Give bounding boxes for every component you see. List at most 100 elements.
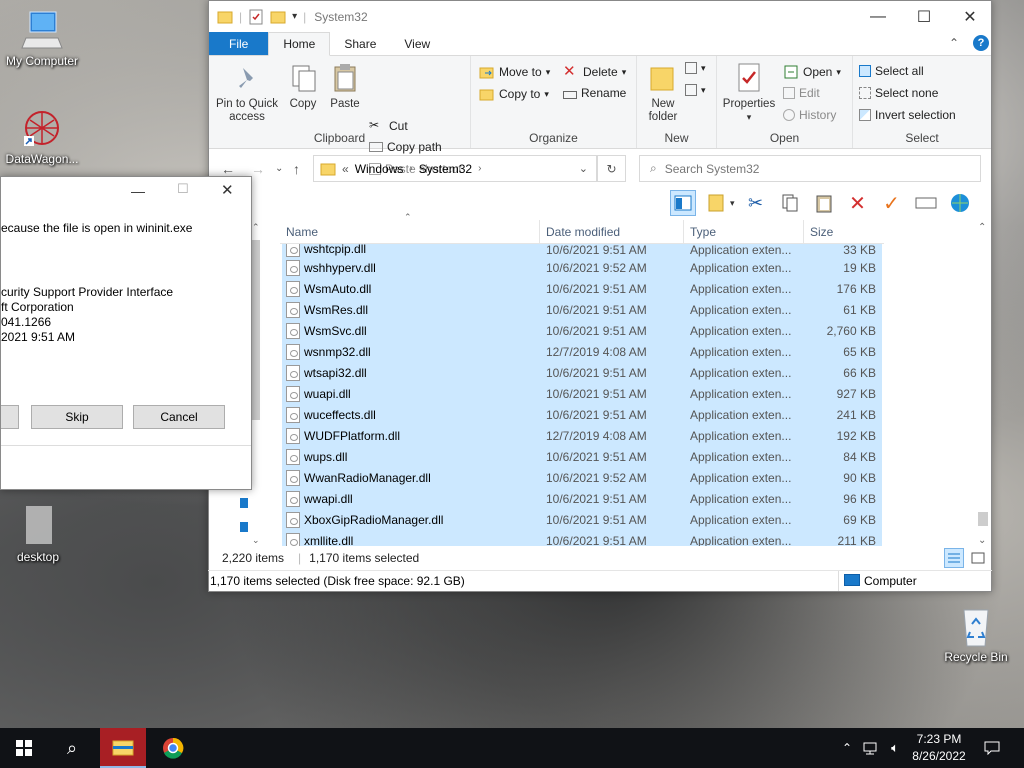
table-row[interactable]: WwanRadioManager.dll 10/6/2021 9:52 AM App… <box>282 468 882 489</box>
try-again-button[interactable] <box>1 405 19 429</box>
table-row[interactable]: wuapi.dll 10/6/2021 9:51 AM Application ex… <box>282 384 882 405</box>
details-view-icon[interactable] <box>944 548 964 568</box>
column-size[interactable]: Size <box>804 220 884 243</box>
file-type: Application exten... <box>690 366 792 380</box>
file-size: 66 KB <box>843 366 876 380</box>
taskbar-chrome[interactable] <box>150 728 196 768</box>
file-type: Application exten... <box>690 534 792 546</box>
computer-icon <box>844 574 860 586</box>
file-type: Application exten... <box>690 345 792 359</box>
file-date: 10/6/2021 9:51 AM <box>546 282 647 296</box>
dll-file-icon <box>286 386 300 402</box>
skip-button[interactable]: Skip <box>31 405 123 429</box>
file-name: wuceffects.dll <box>304 408 376 422</box>
dialog-message: ecause the file is open in wininit.exe <box>1 221 193 235</box>
file-type: Application exten... <box>690 282 792 296</box>
file-date: 10/6/2021 9:51 AM <box>546 366 647 380</box>
file-type: Application exten... <box>690 408 792 422</box>
chrome-icon <box>163 737 184 759</box>
network-icon[interactable] <box>860 728 882 768</box>
notifications-icon[interactable] <box>978 728 1006 768</box>
file-name: WsmAuto.dll <box>304 282 372 296</box>
dll-file-icon <box>286 533 300 546</box>
desktop-icon-label: My Computer <box>5 54 79 68</box>
table-row[interactable]: wshhyperv.dll 10/6/2021 9:52 AM Applicatio… <box>282 258 882 279</box>
table-row[interactable]: wwapi.dll 10/6/2021 9:51 AM Application ex… <box>282 489 882 510</box>
datawagon-icon <box>20 106 64 150</box>
file-list-scrollbar[interactable]: ⌃ ⌄ <box>975 222 991 546</box>
taskbar-file-explorer[interactable] <box>100 728 146 768</box>
file-type: Application exten... <box>690 492 792 506</box>
table-row[interactable]: WsmAuto.dll 10/6/2021 9:51 AM Application … <box>282 279 882 300</box>
cancel-button[interactable]: Cancel <box>133 405 225 429</box>
file-date: 12/7/2019 4:08 AM <box>546 429 647 443</box>
desktop-icon-my-computer[interactable]: My Computer <box>0 8 84 68</box>
taskbar: ⌕ ⌃ 🔈︎ 7:23 PM 8/26/2022 <box>0 728 1024 768</box>
file-type: Application exten... <box>690 261 792 275</box>
clock-time: 7:23 PM <box>916 732 962 746</box>
desktop-icon-datawagon[interactable]: DataWagon... <box>0 106 84 166</box>
dialog-close-button[interactable]: ✕ <box>221 181 234 199</box>
file-name: wups.dll <box>304 450 348 464</box>
file-type: Application exten... <box>690 303 792 317</box>
file-size: 176 KB <box>836 282 876 296</box>
file-date: 10/6/2021 9:51 AM <box>546 244 647 257</box>
dll-file-icon <box>286 428 300 444</box>
file-date: 10/6/2021 9:51 AM <box>546 492 647 506</box>
column-name[interactable]: Name <box>280 220 540 243</box>
table-row[interactable]: wuceffects.dll 10/6/2021 9:51 AM Applicati… <box>282 405 882 426</box>
table-row[interactable]: xmllite.dll 10/6/2021 9:51 AM Application … <box>282 531 882 546</box>
status-text: 1,170 items selected (Disk free space: 9… <box>210 574 465 588</box>
item-status-row: 2,220 items | 1,170 items selected <box>208 546 992 570</box>
column-date-modified[interactable]: Date modified <box>540 220 684 243</box>
desktop-icon-label: Recycle Bin <box>944 650 1008 664</box>
table-row[interactable]: wups.dll 10/6/2021 9:51 AM Application ext… <box>282 447 882 468</box>
file-name: wwapi.dll <box>304 492 353 506</box>
file-date: 10/6/2021 9:52 AM <box>546 471 647 485</box>
column-type[interactable]: Type <box>684 220 804 243</box>
file-size: 61 KB <box>843 303 876 317</box>
dll-file-icon <box>286 449 300 465</box>
file-size: 927 KB <box>836 387 876 401</box>
desktop-icon-desktop[interactable]: desktop <box>0 504 80 564</box>
file-date: 12/7/2019 4:08 AM <box>546 345 647 359</box>
file-date: 10/6/2021 9:51 AM <box>546 450 647 464</box>
dialog-minimize-button[interactable]: — <box>131 183 145 199</box>
item-count: 2,220 items <box>222 551 285 565</box>
search-icon[interactable]: ⌕ <box>48 728 96 768</box>
dll-file-icon <box>286 512 300 528</box>
file-size: 211 KB <box>837 534 876 546</box>
table-row[interactable]: XboxGipRadioManager.dll 10/6/2021 9:51 AM… <box>282 510 882 531</box>
file-size: 65 KB <box>843 345 876 359</box>
status-bar: 1,170 items selected (Disk free space: 9… <box>208 570 992 591</box>
file-date: 10/6/2021 9:51 AM <box>546 324 647 338</box>
table-row[interactable]: wshtcpip.dll 10/6/2021 9:51 AM Applicati… <box>282 244 882 258</box>
dll-file-icon <box>286 491 300 507</box>
volume-icon[interactable]: 🔈︎ <box>884 728 906 768</box>
status-location: Computer <box>864 574 917 588</box>
table-row[interactable]: WUDFPlatform.dll 12/7/2019 4:08 AM Applica… <box>282 426 882 447</box>
file-size: 241 KB <box>836 408 876 422</box>
start-button[interactable] <box>0 728 48 768</box>
file-size: 192 KB <box>836 429 876 443</box>
show-hidden-icons-chevron-icon[interactable]: ⌃ <box>838 728 856 768</box>
table-row[interactable]: WsmSvc.dll 10/6/2021 9:51 AM Application e… <box>282 321 882 342</box>
desktop-icon-recycle-bin[interactable]: Recycle Bin <box>934 604 1018 664</box>
large-icons-view-icon[interactable] <box>968 548 988 568</box>
selected-count: 1,170 items selected <box>309 551 420 565</box>
file-name: wtsapi32.dll <box>304 366 367 380</box>
dialog-maximize-button[interactable]: ☐ <box>177 181 189 197</box>
file-size: 19 KB <box>843 261 876 275</box>
file-name: wuapi.dll <box>304 387 351 401</box>
dll-file-icon <box>286 323 300 339</box>
windows-logo-icon <box>16 740 32 756</box>
dll-file-icon <box>286 244 300 257</box>
dialog-file-company: ft Corporation <box>1 300 74 314</box>
table-row[interactable]: wsnmp32.dll 12/7/2019 4:08 AM Application … <box>282 342 882 363</box>
clock[interactable]: 7:23 PM 8/26/2022 <box>906 728 972 768</box>
file-list: ⌃ Name Date modified Type Size wshtcpip.… <box>208 212 992 546</box>
column-header: Name Date modified Type Size <box>280 220 884 244</box>
computer-icon <box>20 8 64 52</box>
table-row[interactable]: wtsapi32.dll 10/6/2021 9:51 AM Application… <box>282 363 882 384</box>
table-row[interactable]: WsmRes.dll 10/6/2021 9:51 AM Application e… <box>282 300 882 321</box>
